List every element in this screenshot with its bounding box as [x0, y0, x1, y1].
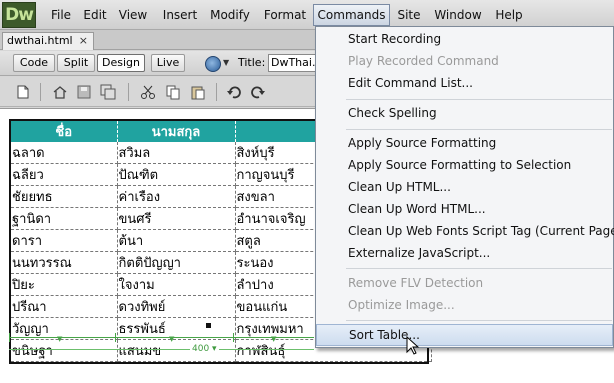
design-view-button[interactable]: Design: [97, 54, 145, 72]
menu-item-clean-up-html[interactable]: Clean Up HTML...: [316, 176, 613, 198]
menu-item-edit-command-list[interactable]: Edit Command List...: [316, 72, 613, 94]
menu-modify[interactable]: Modify: [207, 0, 253, 30]
code-view-button[interactable]: Code: [13, 54, 55, 72]
cut-icon[interactable]: [140, 84, 156, 100]
table-cell[interactable]: กิตติปัญญา: [117, 251, 236, 274]
table-cell[interactable]: ค่าเรือง: [117, 185, 236, 208]
column-menu-icon[interactable]: ▼: [169, 335, 174, 343]
menu-edit[interactable]: Edit: [80, 0, 110, 30]
new-document-icon[interactable]: [15, 84, 31, 100]
menu-item-clean-up-word-html[interactable]: Clean Up Word HTML...: [316, 198, 613, 220]
paste-icon[interactable]: [190, 84, 206, 100]
menu-item-check-spelling[interactable]: Check Spelling: [316, 102, 613, 124]
table-cell[interactable]: ฉลาด: [11, 142, 118, 164]
table-cell[interactable]: สวิมล: [117, 142, 236, 164]
menu-separator: [346, 99, 612, 100]
menu-item-apply-source-formatting[interactable]: Apply Source Formatting: [316, 132, 613, 154]
home-icon[interactable]: [52, 84, 68, 100]
menu-item-apply-source-formatting-selection[interactable]: Apply Source Formatting to Selection: [316, 154, 613, 176]
table-resize-handle[interactable]: [206, 323, 211, 328]
menu-view[interactable]: View: [116, 0, 150, 30]
menu-item-optimize-image: Optimize Image...: [348, 298, 455, 312]
menu-file[interactable]: File: [44, 0, 78, 30]
redo-icon[interactable]: [250, 84, 266, 100]
undo-icon[interactable]: [226, 84, 242, 100]
table-cell[interactable]: ต้นา: [117, 229, 236, 252]
live-view-button[interactable]: Live: [151, 54, 185, 72]
menu-separator: [346, 129, 612, 130]
menu-item-play-recorded-command: Play Recorded Command: [348, 54, 499, 68]
toolbar-divider: [40, 83, 41, 101]
table-cell[interactable]: ปรีณา: [11, 295, 118, 318]
column-header[interactable]: ชื่อ: [11, 121, 118, 142]
column-header[interactable]: นามสกุล: [117, 121, 236, 142]
menu-item-remove-flv-detection: Remove FLV Detection: [348, 276, 484, 290]
table-cell[interactable]: ฐานิดา: [11, 207, 118, 230]
table-cell[interactable]: ดวงทิพย์: [117, 295, 236, 318]
document-tab[interactable]: dwthai.html ×: [2, 32, 94, 50]
table-width-ruler: ▼ ▼ ▼: [9, 333, 314, 347]
table-cell[interactable]: ฉลียว: [11, 163, 118, 186]
menu-item-sort-table[interactable]: Sort Table...: [316, 324, 613, 346]
menu-item-externalize-javascript[interactable]: Externalize JavaScript...: [316, 242, 613, 264]
toolbar-divider: [216, 83, 217, 101]
menu-commands[interactable]: Commands: [313, 4, 390, 26]
column-menu-icon[interactable]: ▼: [271, 335, 276, 343]
dreamweaver-logo: Dw: [2, 2, 36, 28]
table-cell[interactable]: ปัณฑิต: [117, 163, 236, 186]
table-cell[interactable]: ชัยยทธ: [11, 185, 118, 208]
column-menu-icon[interactable]: ▼: [57, 335, 62, 343]
menu-item-clean-up-web-fonts[interactable]: Clean Up Web Fonts Script Tag (Current P…: [316, 220, 614, 242]
document-tab-label: dwthai.html: [7, 34, 73, 47]
save-all-icon[interactable]: [100, 84, 116, 100]
table-cell[interactable]: ดารา: [11, 229, 118, 252]
table-cell[interactable]: นนทวรรณ: [11, 251, 118, 274]
split-view-button[interactable]: Split: [57, 54, 95, 72]
commands-menu: Start Recording Play Recorded Command Ed…: [315, 26, 614, 348]
table-cell[interactable]: ปิยะ: [11, 273, 118, 296]
menu-separator: [346, 320, 612, 321]
close-icon[interactable]: ×: [79, 33, 88, 49]
browser-preview-icon[interactable]: [205, 56, 221, 72]
table-width-label[interactable]: 400 ▾: [190, 344, 219, 354]
menu-format[interactable]: Format: [262, 0, 308, 30]
save-icon[interactable]: [76, 84, 92, 100]
table-width-indicator: [9, 349, 314, 350]
toolbar-divider: [128, 83, 129, 101]
table-cell[interactable]: ใจงาม: [117, 273, 236, 296]
chevron-down-icon[interactable]: ▼: [223, 58, 229, 67]
table-cell[interactable]: ขนศรี: [117, 207, 236, 230]
menu-item-start-recording[interactable]: Start Recording: [316, 28, 613, 50]
mouse-pointer-icon: [406, 335, 420, 356]
menu-insert[interactable]: Insert: [159, 0, 201, 30]
title-label: Title:: [238, 56, 266, 69]
copy-icon[interactable]: [165, 84, 181, 100]
menu-separator: [346, 268, 612, 269]
title-input[interactable]: DwThai.c: [268, 54, 318, 72]
